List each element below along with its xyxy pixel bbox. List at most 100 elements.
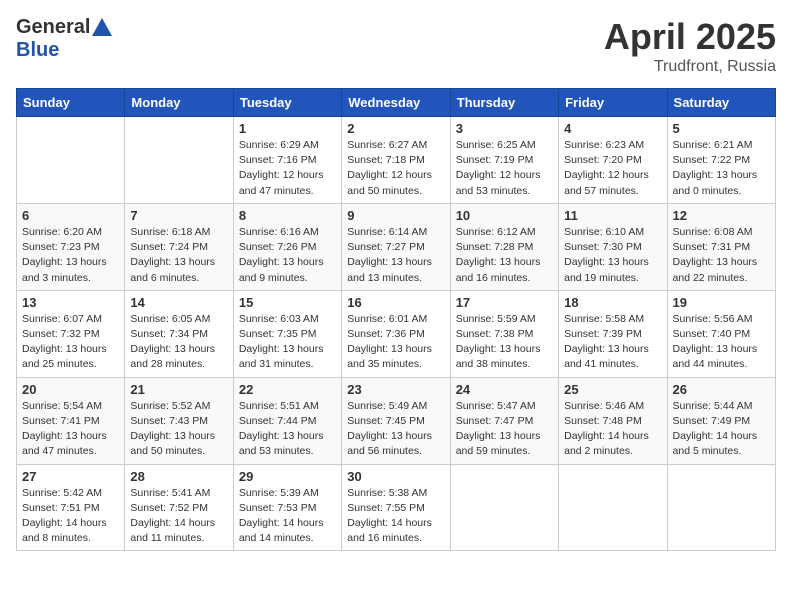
day-number: 5 [673, 121, 770, 136]
calendar-week-row: 13 Sunrise: 6:07 AM Sunset: 7:32 PM Dayli… [17, 290, 776, 377]
calendar-cell: 6 Sunrise: 6:20 AM Sunset: 7:23 PM Daylig… [17, 203, 125, 290]
day-number: 21 [130, 382, 227, 397]
day-info: Sunrise: 5:58 AM Sunset: 7:39 PM Dayligh… [564, 312, 661, 373]
calendar-cell: 12 Sunrise: 6:08 AM Sunset: 7:31 PM Dayli… [667, 203, 775, 290]
day-info: Sunrise: 5:39 AM Sunset: 7:53 PM Dayligh… [239, 486, 336, 547]
calendar-cell: 24 Sunrise: 5:47 AM Sunset: 7:47 PM Dayli… [450, 377, 558, 464]
day-info: Sunrise: 6:03 AM Sunset: 7:35 PM Dayligh… [239, 312, 336, 373]
day-number: 16 [347, 295, 444, 310]
logo-blue-text: Blue [16, 39, 59, 62]
calendar-cell: 11 Sunrise: 6:10 AM Sunset: 7:30 PM Dayli… [559, 203, 667, 290]
calendar-cell [450, 464, 558, 551]
day-number: 3 [456, 121, 553, 136]
day-number: 19 [673, 295, 770, 310]
day-number: 22 [239, 382, 336, 397]
day-number: 25 [564, 382, 661, 397]
calendar-cell: 15 Sunrise: 6:03 AM Sunset: 7:35 PM Dayli… [233, 290, 341, 377]
day-info: Sunrise: 5:59 AM Sunset: 7:38 PM Dayligh… [456, 312, 553, 373]
logo: General Blue [16, 16, 112, 62]
calendar-cell: 23 Sunrise: 5:49 AM Sunset: 7:45 PM Dayli… [342, 377, 450, 464]
day-number: 11 [564, 208, 661, 223]
calendar-cell: 25 Sunrise: 5:46 AM Sunset: 7:48 PM Dayli… [559, 377, 667, 464]
calendar-cell: 10 Sunrise: 6:12 AM Sunset: 7:28 PM Dayli… [450, 203, 558, 290]
weekday-header-tuesday: Tuesday [233, 89, 341, 117]
calendar-cell [17, 117, 125, 204]
calendar-cell: 9Sunrise: 6:14 AM Sunset: 7:27 PM Daylig… [342, 203, 450, 290]
day-info: Sunrise: 5:49 AM Sunset: 7:45 PM Dayligh… [347, 399, 444, 460]
calendar-cell: 21 Sunrise: 5:52 AM Sunset: 7:43 PM Dayli… [125, 377, 233, 464]
calendar-cell [667, 464, 775, 551]
calendar-cell: 20 Sunrise: 5:54 AM Sunset: 7:41 PM Dayli… [17, 377, 125, 464]
day-number: 10 [456, 208, 553, 223]
day-number: 12 [673, 208, 770, 223]
day-info: Sunrise: 6:16 AM Sunset: 7:26 PM Dayligh… [239, 225, 336, 286]
calendar-cell: 28 Sunrise: 5:41 AM Sunset: 7:52 PM Dayli… [125, 464, 233, 551]
day-info: Sunrise: 5:54 AM Sunset: 7:41 PM Dayligh… [22, 399, 119, 460]
day-number: 8 [239, 208, 336, 223]
day-info: Sunrise: 6:12 AM Sunset: 7:28 PM Dayligh… [456, 225, 553, 286]
day-info: Sunrise: 5:46 AM Sunset: 7:48 PM Dayligh… [564, 399, 661, 460]
day-number: 1 [239, 121, 336, 136]
day-info: Sunrise: 6:05 AM Sunset: 7:34 PM Dayligh… [130, 312, 227, 373]
day-number: 17 [456, 295, 553, 310]
calendar-cell: 19 Sunrise: 5:56 AM Sunset: 7:40 PM Dayli… [667, 290, 775, 377]
calendar-week-row: 6 Sunrise: 6:20 AM Sunset: 7:23 PM Daylig… [17, 203, 776, 290]
day-info: Sunrise: 6:01 AM Sunset: 7:36 PM Dayligh… [347, 312, 444, 373]
day-info: Sunrise: 6:10 AM Sunset: 7:30 PM Dayligh… [564, 225, 661, 286]
calendar-cell: 5 Sunrise: 6:21 AM Sunset: 7:22 PM Daylig… [667, 117, 775, 204]
day-number: 4 [564, 121, 661, 136]
day-info: Sunrise: 6:20 AM Sunset: 7:23 PM Dayligh… [22, 225, 119, 286]
calendar-cell: 1Sunrise: 6:29 AM Sunset: 7:16 PM Daylig… [233, 117, 341, 204]
weekday-header-friday: Friday [559, 89, 667, 117]
calendar-cell: 4 Sunrise: 6:23 AM Sunset: 7:20 PM Daylig… [559, 117, 667, 204]
day-number: 13 [22, 295, 119, 310]
logo-general-text: General [16, 16, 90, 39]
calendar-cell: 16 Sunrise: 6:01 AM Sunset: 7:36 PM Dayli… [342, 290, 450, 377]
day-info: Sunrise: 5:41 AM Sunset: 7:52 PM Dayligh… [130, 486, 227, 547]
day-number: 26 [673, 382, 770, 397]
day-info: Sunrise: 5:38 AM Sunset: 7:55 PM Dayligh… [347, 486, 444, 547]
day-info: Sunrise: 6:07 AM Sunset: 7:32 PM Dayligh… [22, 312, 119, 373]
weekday-header-wednesday: Wednesday [342, 89, 450, 117]
title-block: April 2025 Trudfront, Russia [604, 16, 776, 76]
day-info: Sunrise: 5:52 AM Sunset: 7:43 PM Dayligh… [130, 399, 227, 460]
calendar-cell [125, 117, 233, 204]
day-number: 27 [22, 469, 119, 484]
day-info: Sunrise: 6:08 AM Sunset: 7:31 PM Dayligh… [673, 225, 770, 286]
day-number: 24 [456, 382, 553, 397]
day-number: 14 [130, 295, 227, 310]
page-subtitle: Trudfront, Russia [604, 58, 776, 76]
calendar-week-row: 27 Sunrise: 5:42 AM Sunset: 7:51 PM Dayli… [17, 464, 776, 551]
calendar-cell [559, 464, 667, 551]
day-number: 20 [22, 382, 119, 397]
weekday-header-saturday: Saturday [667, 89, 775, 117]
weekday-header-sunday: Sunday [17, 89, 125, 117]
day-number: 29 [239, 469, 336, 484]
calendar-cell: 3Sunrise: 6:25 AM Sunset: 7:19 PM Daylig… [450, 117, 558, 204]
day-info: Sunrise: 5:42 AM Sunset: 7:51 PM Dayligh… [22, 486, 119, 547]
day-number: 23 [347, 382, 444, 397]
day-number: 28 [130, 469, 227, 484]
day-info: Sunrise: 6:27 AM Sunset: 7:18 PM Dayligh… [347, 138, 444, 199]
page-header: General Blue April 2025 Trudfront, Russi… [16, 16, 776, 76]
day-info: Sunrise: 5:47 AM Sunset: 7:47 PM Dayligh… [456, 399, 553, 460]
calendar-cell: 22 Sunrise: 5:51 AM Sunset: 7:44 PM Dayli… [233, 377, 341, 464]
calendar-cell: 2 Sunrise: 6:27 AM Sunset: 7:18 PM Daylig… [342, 117, 450, 204]
day-number: 6 [22, 208, 119, 223]
logo-triangle-icon [92, 18, 112, 36]
day-number: 2 [347, 121, 444, 136]
calendar-cell: 29 Sunrise: 5:39 AM Sunset: 7:53 PM Dayli… [233, 464, 341, 551]
day-info: Sunrise: 6:23 AM Sunset: 7:20 PM Dayligh… [564, 138, 661, 199]
day-number: 7 [130, 208, 227, 223]
calendar-week-row: 1Sunrise: 6:29 AM Sunset: 7:16 PM Daylig… [17, 117, 776, 204]
day-info: Sunrise: 5:44 AM Sunset: 7:49 PM Dayligh… [673, 399, 770, 460]
day-number: 15 [239, 295, 336, 310]
calendar-cell: 17 Sunrise: 5:59 AM Sunset: 7:38 PM Dayli… [450, 290, 558, 377]
day-info: Sunrise: 5:56 AM Sunset: 7:40 PM Dayligh… [673, 312, 770, 373]
day-info: Sunrise: 5:51 AM Sunset: 7:44 PM Dayligh… [239, 399, 336, 460]
weekday-header-thursday: Thursday [450, 89, 558, 117]
page-title: April 2025 [604, 16, 776, 58]
calendar-cell: 30Sunrise: 5:38 AM Sunset: 7:55 PM Dayli… [342, 464, 450, 551]
day-info: Sunrise: 6:21 AM Sunset: 7:22 PM Dayligh… [673, 138, 770, 199]
calendar-cell: 26 Sunrise: 5:44 AM Sunset: 7:49 PM Dayli… [667, 377, 775, 464]
